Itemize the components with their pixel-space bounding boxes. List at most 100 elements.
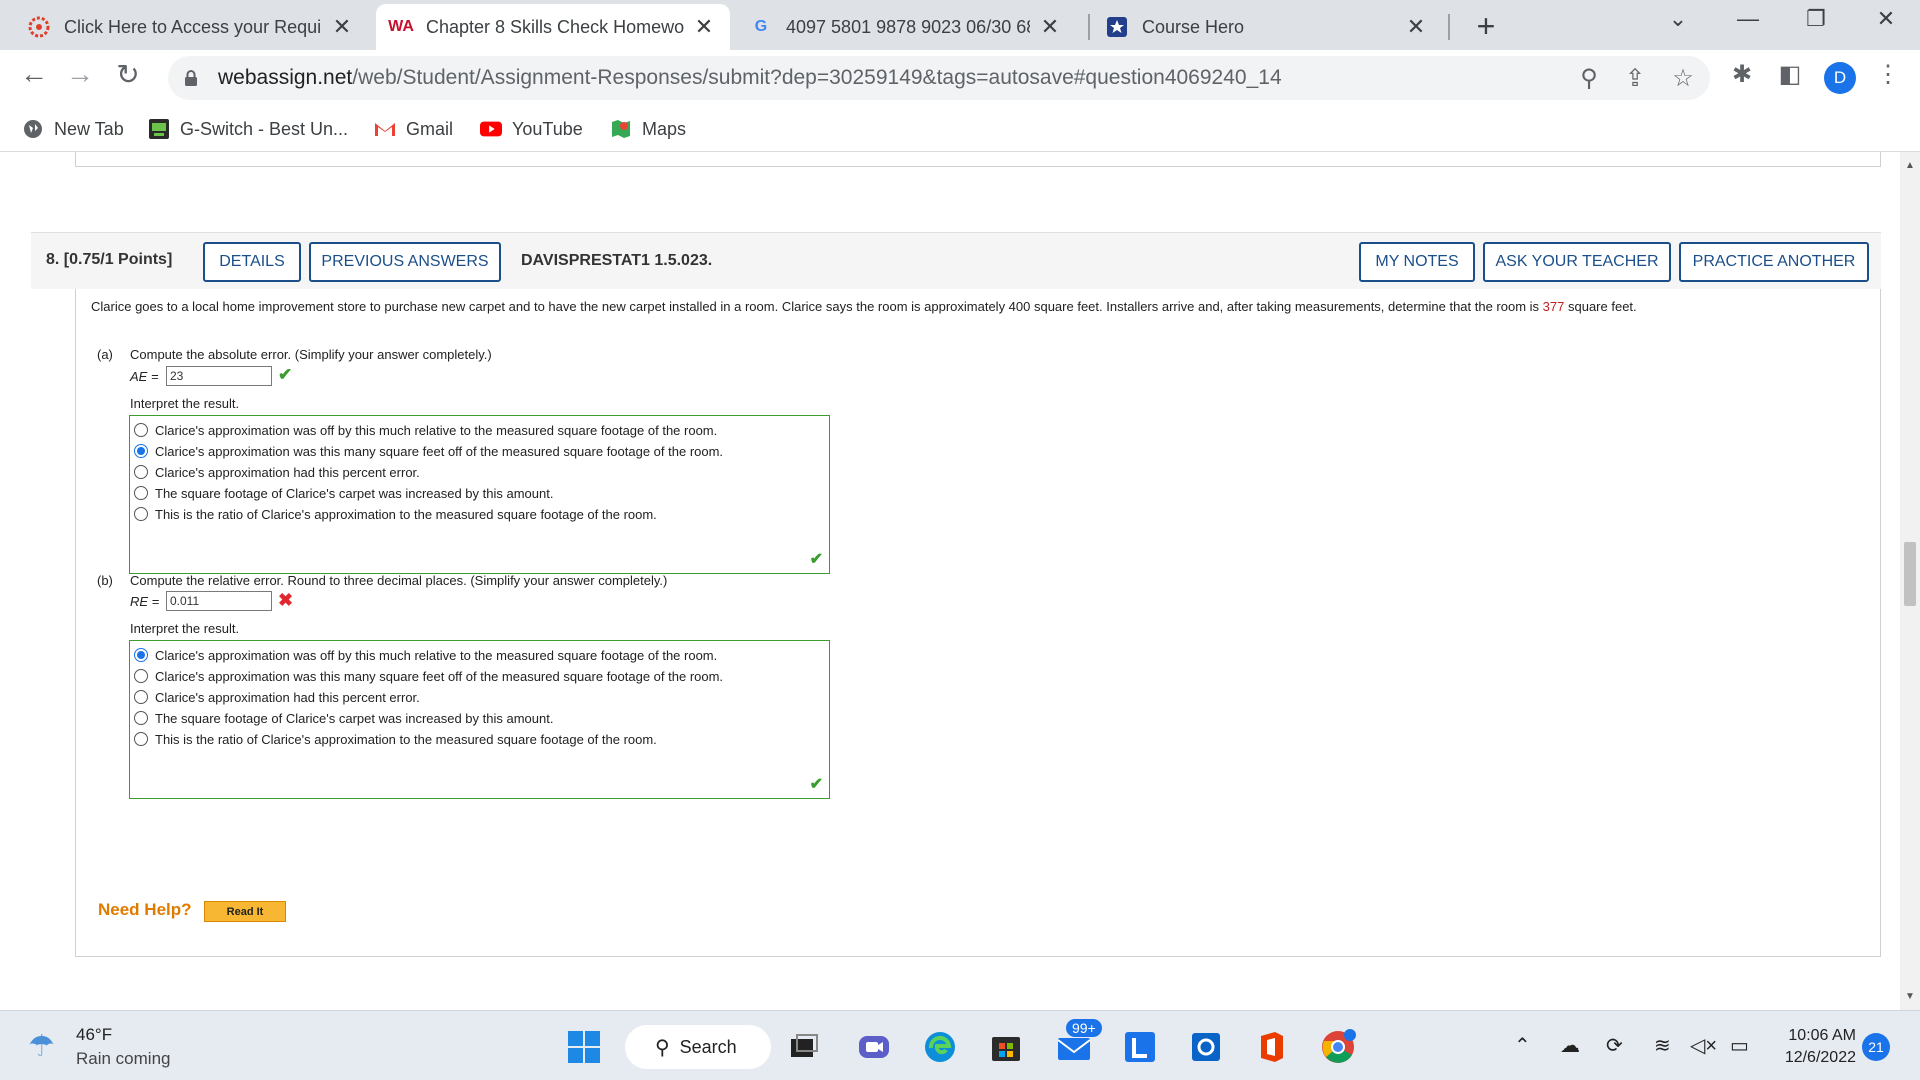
radio-button[interactable] <box>134 465 148 479</box>
outlook-icon[interactable] <box>1184 1025 1228 1069</box>
gswitch-icon <box>148 118 170 140</box>
re-label: RE = <box>130 594 160 609</box>
tab-search-chevron-icon[interactable]: ⌄ <box>1658 6 1698 32</box>
re-input[interactable] <box>166 591 272 611</box>
zoom-icon[interactable]: ⚲ <box>1574 64 1604 93</box>
part-a-option-4[interactable]: The square footage of Clarice's carpet w… <box>134 483 553 503</box>
radio-button[interactable] <box>134 732 148 746</box>
part-b-option-2[interactable]: Clarice's approximation was this many sq… <box>134 666 723 686</box>
my-notes-button[interactable]: MY NOTES <box>1359 242 1475 282</box>
part-a-option-5[interactable]: This is the ratio of Clarice's approxima… <box>134 504 657 524</box>
details-button[interactable]: DETAILS <box>203 242 301 282</box>
wifi-icon[interactable]: ≋ <box>1654 1033 1671 1058</box>
stem-text: Clarice goes to a local home improvement… <box>91 299 1543 314</box>
restore-icon[interactable]: ❐ <box>1796 6 1836 32</box>
umbrella-rain-icon[interactable]: ☂ <box>28 1029 55 1064</box>
scrollbar-thumb[interactable] <box>1904 542 1916 606</box>
radio-button[interactable] <box>134 669 148 683</box>
question-number-points: 8. [0.75/1 Points] <box>46 251 172 269</box>
radio-button[interactable] <box>134 486 148 500</box>
profile-avatar[interactable]: D <box>1824 62 1856 94</box>
part-b-option-3[interactable]: Clarice's approximation had this percent… <box>134 687 420 707</box>
option-label: The square footage of Clarice's carpet w… <box>155 710 554 726</box>
radio-button[interactable] <box>134 711 148 725</box>
gmail-icon <box>374 118 396 140</box>
bookmark-maps[interactable]: Maps <box>610 114 686 144</box>
notification-count-badge[interactable]: 21 <box>1862 1033 1890 1061</box>
sync-icon[interactable]: ⟳ <box>1606 1033 1623 1058</box>
address-bar[interactable]: webassign.net/web/Student/Assignment-Res… <box>168 56 1710 100</box>
bookmark-gmail[interactable]: Gmail <box>374 114 453 144</box>
task-view-icon[interactable] <box>782 1025 826 1069</box>
bookmark-youtube[interactable]: YouTube <box>480 114 583 144</box>
practice-another-button[interactable]: PRACTICE ANOTHER <box>1679 242 1869 282</box>
part-b-option-4[interactable]: The square footage of Clarice's carpet w… <box>134 708 553 728</box>
radio-button[interactable] <box>134 690 148 704</box>
minimize-icon[interactable]: — <box>1728 6 1768 32</box>
part-a-option-1[interactable]: Clarice's approximation was off by this … <box>134 420 717 440</box>
close-icon[interactable]: ✕ <box>692 14 716 40</box>
reload-icon[interactable]: ↻ <box>110 58 146 91</box>
radio-button-selected[interactable] <box>134 444 148 458</box>
option-label: The square footage of Clarice's carpet w… <box>155 485 554 501</box>
ae-input[interactable] <box>166 366 272 386</box>
microsoft-store-icon[interactable] <box>984 1025 1028 1069</box>
tab-coursehero[interactable]: Course Hero ✕ <box>1092 4 1442 50</box>
bookmark-gswitch[interactable]: G-Switch - Best Un... <box>148 114 348 144</box>
launcher-l-icon[interactable] <box>1118 1025 1162 1069</box>
part-b-option-5[interactable]: This is the ratio of Clarice's approxima… <box>134 729 657 749</box>
onedrive-cloud-icon[interactable]: ☁ <box>1560 1033 1580 1058</box>
option-label: This is the ratio of Clarice's approxima… <box>155 731 657 747</box>
scroll-up-arrow-icon[interactable]: ▲ <box>1905 160 1915 171</box>
taskbar-search[interactable]: ⚲ Search <box>625 1025 771 1069</box>
previous-answers-button[interactable]: PREVIOUS ANSWERS <box>309 242 501 282</box>
maps-icon <box>610 118 632 140</box>
url-text[interactable]: webassign.net/web/Student/Assignment-Res… <box>218 66 1282 90</box>
question-body: Clarice goes to a local home improvement… <box>75 289 1881 957</box>
read-it-button[interactable]: Read It <box>204 901 286 922</box>
option-label: Clarice's approximation had this percent… <box>155 464 420 480</box>
extensions-icon[interactable]: ✱ <box>1726 60 1758 89</box>
office-icon[interactable] <box>1250 1025 1294 1069</box>
scroll-down-arrow-icon[interactable]: ▼ <box>1905 991 1915 1002</box>
windows-start-icon[interactable] <box>562 1025 606 1069</box>
edge-browser-icon[interactable] <box>918 1025 962 1069</box>
ask-your-teacher-button[interactable]: ASK YOUR TEACHER <box>1483 242 1671 282</box>
back-icon[interactable]: ← <box>16 58 52 90</box>
side-panel-icon[interactable]: ◧ <box>1774 60 1806 89</box>
menu-kebab-icon[interactable]: ⋮ <box>1872 60 1904 89</box>
weather-temperature[interactable]: 46°F <box>76 1025 112 1045</box>
radio-button[interactable] <box>134 507 148 521</box>
tab-canvas[interactable]: Click Here to Access your Require ✕ <box>14 4 368 50</box>
weather-description[interactable]: Rain coming <box>76 1049 171 1069</box>
close-icon[interactable]: ✕ <box>1038 14 1062 40</box>
taskbar-clock[interactable]: 10:06 AM 12/6/2022 <box>1774 1025 1856 1069</box>
teams-chat-icon[interactable] <box>852 1025 896 1069</box>
lock-icon[interactable] <box>182 68 200 88</box>
need-help-label: Need Help? <box>98 900 192 919</box>
show-hidden-icons-chevron-icon[interactable]: ⌃ <box>1514 1033 1531 1058</box>
bookmark-new-tab[interactable]: New Tab <box>22 114 124 144</box>
forward-icon[interactable]: → <box>62 58 98 90</box>
tab-separator <box>1448 14 1450 40</box>
close-icon[interactable]: ✕ <box>1404 14 1428 40</box>
new-tab-icon[interactable]: + <box>1466 8 1506 45</box>
option-label: This is the ratio of Clarice's approxima… <box>155 506 657 522</box>
part-a-option-3[interactable]: Clarice's approximation had this percent… <box>134 462 420 482</box>
radio-button[interactable] <box>134 423 148 437</box>
battery-icon[interactable]: ▭ <box>1730 1033 1749 1058</box>
option-label: Clarice's approximation was off by this … <box>155 647 718 663</box>
chrome-icon[interactable] <box>1316 1025 1360 1069</box>
part-b-option-1[interactable]: Clarice's approximation was off by this … <box>134 645 717 665</box>
volume-muted-icon[interactable]: ◁× <box>1690 1033 1717 1058</box>
window-close-icon[interactable]: ✕ <box>1866 6 1906 32</box>
page-scrollbar[interactable]: ▲ ▼ <box>1900 152 1920 1010</box>
radio-button-selected[interactable] <box>134 648 148 662</box>
tab-google[interactable]: G 4097 5801 9878 9023 06/30 688 ✕ <box>736 4 1076 50</box>
part-a-option-2[interactable]: Clarice's approximation was this many sq… <box>134 441 723 461</box>
coursehero-icon <box>1106 16 1128 38</box>
bookmark-star-icon[interactable]: ☆ <box>1668 64 1698 93</box>
tab-webassign[interactable]: WA Chapter 8 Skills Check Homewor ✕ <box>376 4 730 50</box>
share-icon[interactable]: ⇪ <box>1620 64 1650 93</box>
close-icon[interactable]: ✕ <box>330 14 354 40</box>
